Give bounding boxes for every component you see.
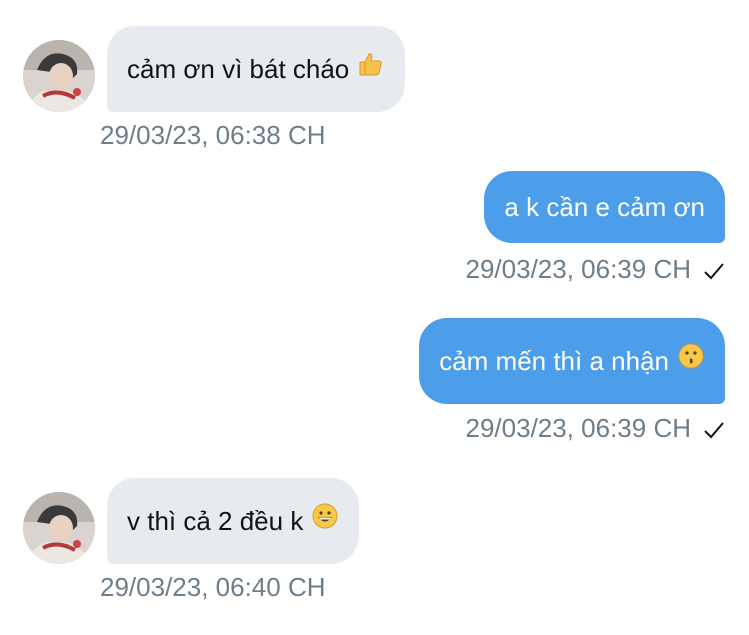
avatar[interactable] [23, 40, 95, 112]
timestamp: 29/03/23, 06:38 CH [100, 120, 326, 150]
message-bubble-incoming[interactable]: v thì cả 2 đều k [107, 478, 360, 564]
message-text: cảm mến thì a nhận [439, 346, 669, 376]
message-bubble-outgoing[interactable]: cảm mến thì a nhận [419, 318, 725, 404]
message-meta: 29/03/23, 06:39 CH [466, 413, 726, 443]
message-bubble-incoming[interactable]: cảm ơn vì bát cháo [107, 26, 406, 112]
timestamp: 29/03/23, 06:40 CH [100, 572, 326, 602]
timestamp: 29/03/23, 06:39 CH [465, 254, 692, 284]
message-meta: 29/03/23, 06:39 CH [466, 254, 726, 284]
message-text: v thì cả 2 đều k [127, 506, 304, 536]
read-check-icon [703, 417, 725, 439]
message-text: a k cần e cảm ơn [504, 192, 705, 222]
message-text: cảm ơn vì bát cháo [127, 54, 350, 84]
thumbs-up-icon [357, 26, 385, 112]
grinning-face-icon [311, 478, 339, 564]
read-check-icon [703, 258, 725, 280]
avatar[interactable] [23, 492, 95, 564]
kissing-face-icon [677, 318, 705, 404]
timestamp: 29/03/23, 06:39 CH [465, 413, 692, 443]
message-bubble-outgoing[interactable]: a k cần e cảm ơn [484, 171, 725, 243]
